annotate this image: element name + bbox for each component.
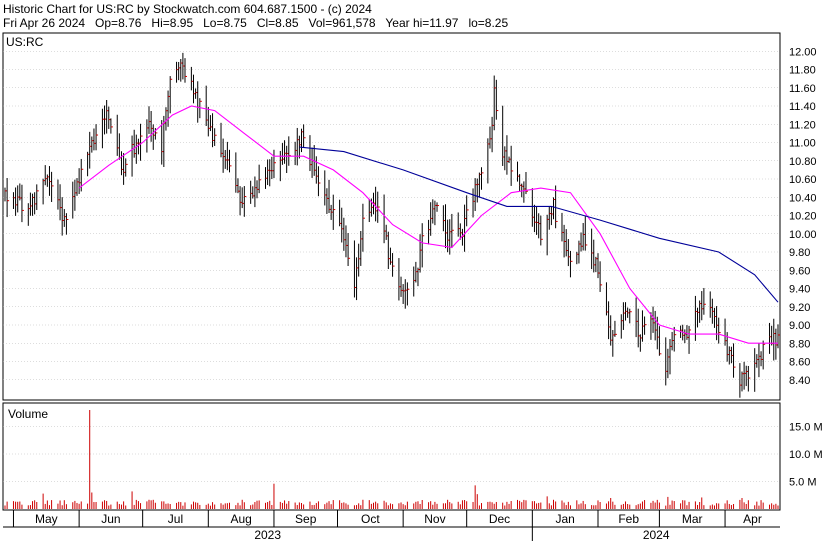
ohlc-bar: [214, 128, 217, 146]
volume-tick-label: 5.0 M: [789, 477, 817, 489]
ohlc-bar: [466, 195, 469, 227]
ohlc-bar: [258, 164, 262, 194]
price-tick-label: 9.80: [789, 247, 810, 259]
ohlc-bar: [569, 250, 573, 278]
ohlc-bar: [584, 216, 588, 251]
ohlc-bar: [703, 287, 706, 315]
month-label: Jul: [168, 512, 183, 526]
ohlc-bar: [614, 320, 617, 337]
month-label: Apr: [743, 512, 762, 526]
price-tick-label: 11.20: [789, 119, 816, 131]
ohlc-bar: [733, 343, 736, 378]
price-tick-label: 11.40: [789, 101, 816, 113]
ohlc-bar: [169, 76, 173, 114]
ohlc-bar: [451, 213, 454, 249]
ohlc-bar: [436, 202, 440, 212]
month-label: Dec: [489, 512, 510, 526]
ohlc-bar: [65, 213, 69, 235]
price-tick-label: 11.00: [789, 138, 816, 150]
month-label: Oct: [361, 512, 380, 526]
ohlc-bar: [762, 340, 766, 370]
ohlc-bar: [228, 149, 232, 173]
price-tick-label: 9.40: [789, 284, 810, 296]
ohlc-bar: [288, 136, 291, 166]
price-tick-label: 9.20: [789, 302, 810, 314]
date-axis: May Jun Jul Aug Sep Oct Nov Dec Jan Feb Mar Apr 2023…: [3, 510, 780, 542]
volume-series: [4, 410, 779, 509]
ohlc-bar: [51, 171, 54, 202]
ohlc-bar: [110, 118, 113, 134]
ohlc-series: [4, 52, 780, 398]
ohlc-bar: [747, 365, 751, 392]
ohlc-bar: [125, 158, 128, 177]
price-tick-label: 12.00: [789, 46, 817, 58]
ohlc-bar: [406, 282, 410, 306]
year-label: 2024: [643, 528, 670, 542]
ohlc-bar: [599, 261, 603, 292]
ohlc-bar: [332, 194, 336, 230]
price-tick-label: 9.00: [789, 320, 810, 332]
month-label: Jan: [555, 512, 574, 526]
ohlc-bar: [510, 145, 514, 186]
ohlc-bar: [421, 223, 425, 268]
ohlc-bar: [658, 326, 662, 356]
ohlc-bar: [303, 124, 306, 148]
ohlc-bar: [184, 58, 188, 83]
price-panel: 12.00 11.80 11.60 11.40 11.20 11.00 10.80 10.60…: [2, 32, 817, 401]
volume-frame-border: [2, 402, 781, 511]
month-label: Feb: [618, 512, 639, 526]
chart-marks: May Jun Jul Aug Sep Oct Nov Dec Jan Feb Mar Apr 2023…: [3, 52, 780, 542]
volume-tick-label: 10.0 M: [789, 449, 823, 461]
price-tick-label: 10.60: [789, 174, 817, 186]
month-label: May: [35, 512, 58, 526]
price-tick-label: 8.80: [789, 338, 810, 350]
month-label: Nov: [424, 512, 445, 526]
price-tick-label: 9.60: [789, 265, 810, 277]
ohlc-bar: [377, 191, 380, 223]
ohlc-bar: [243, 186, 247, 217]
price-tick-label: 8.60: [789, 357, 810, 369]
ohlc-bar: [362, 203, 365, 252]
price-tick-label: 8.40: [789, 375, 810, 387]
year-label: 2023: [254, 528, 281, 542]
chart-canvas: Historic Chart for US:RC by Stockwatch.c…: [2, 2, 823, 542]
price-tick-label: 10.00: [789, 229, 817, 241]
ohlc-bar: [718, 317, 721, 344]
month-label: Jun: [101, 512, 120, 526]
volume-label: Volume: [8, 407, 48, 421]
symbol-label: US:RC: [6, 35, 44, 49]
chart-title: Historic Chart for US:RC by Stockwatch.c…: [3, 2, 372, 16]
volume-panel: 15.0 M 10.0 M 5.0 M: [2, 402, 823, 511]
price-tick-label: 11.80: [789, 65, 816, 77]
price-frame-border: [2, 32, 781, 401]
ohlc-bar: [6, 178, 10, 218]
chart-stats: Fri Apr 26 2024 Op=8.76 Hi=8.95 Lo=8.75 …: [3, 16, 508, 30]
volume-tick-label: 15.0 M: [789, 422, 823, 434]
ohlc-bar: [481, 167, 484, 190]
price-tick-label: 10.40: [789, 192, 817, 204]
ohlc-bar: [506, 135, 509, 175]
ohlc-bar: [629, 308, 632, 324]
price-tick-label: 10.80: [789, 156, 817, 168]
ohlc-bar: [540, 215, 543, 246]
ohlc-bar: [392, 253, 395, 277]
month-label: Sep: [295, 512, 317, 526]
stock-chart: Historic Chart for US:RC by Stockwatch.c…: [0, 0, 830, 543]
ohlc-bar: [688, 325, 692, 354]
ohlc-bar: [21, 184, 24, 223]
month-label: Aug: [230, 512, 251, 526]
ohlc-bar: [347, 233, 351, 267]
ohlc-bar: [555, 185, 558, 229]
price-tick-label: 11.60: [789, 83, 816, 95]
ohlc-bar: [495, 79, 499, 120]
ohlc-bar: [36, 184, 39, 210]
month-label: Mar: [682, 512, 703, 526]
ohlc-bar: [644, 316, 647, 335]
ohlc-bar: [273, 149, 276, 179]
price-tick-label: 10.20: [789, 211, 817, 223]
ohlc-bar: [317, 166, 321, 197]
ohlc-bar: [95, 124, 99, 151]
